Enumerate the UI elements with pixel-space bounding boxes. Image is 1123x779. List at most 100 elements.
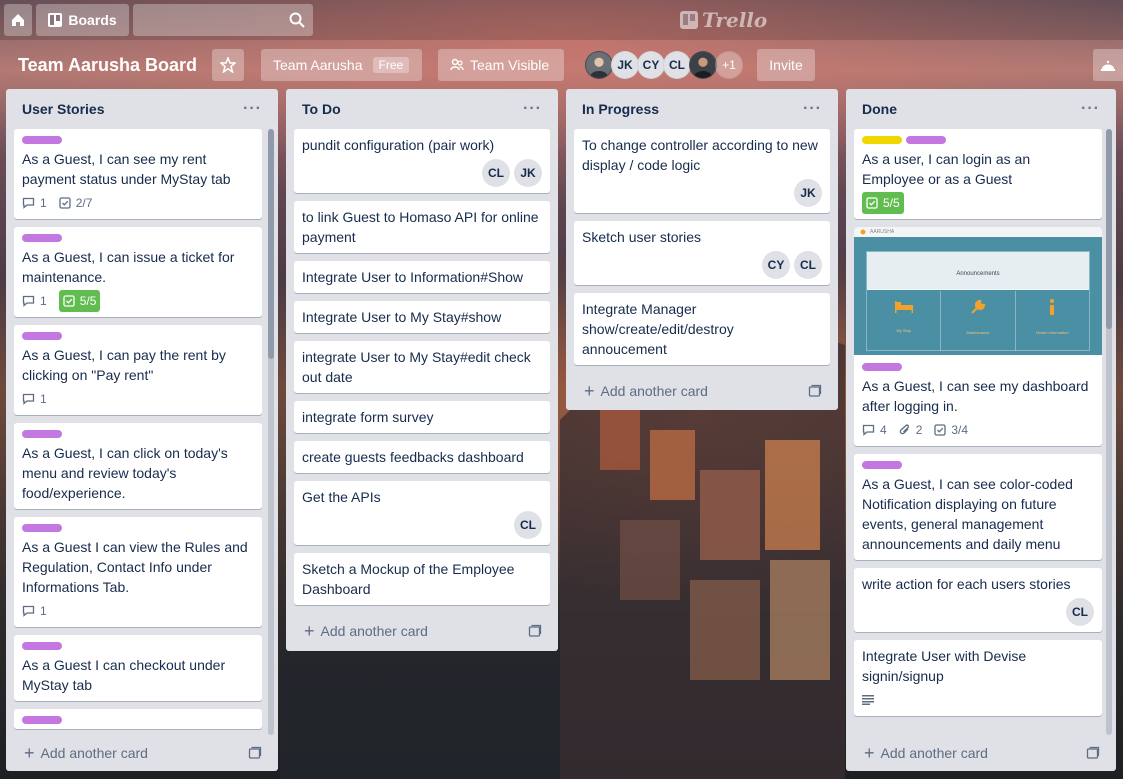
scrollbar-thumb[interactable]: [268, 129, 274, 359]
card[interactable]: integrate User to My Stay#edit check out…: [294, 341, 550, 393]
attachments-count: 2: [915, 423, 923, 437]
cover-brand: AARUSHA: [870, 229, 895, 235]
boards-icon: [48, 13, 63, 27]
card-label[interactable]: [22, 642, 62, 650]
member-avatar-cy[interactable]: CY: [637, 51, 665, 79]
member-avatar-photo[interactable]: [585, 51, 613, 79]
card-template-icon[interactable]: [528, 624, 542, 638]
card-container: To change controller according to new di…: [566, 129, 838, 365]
card-partial[interactable]: [14, 709, 262, 729]
card[interactable]: Integrate User to Information#Show: [294, 261, 550, 293]
search-box[interactable]: [133, 4, 313, 36]
card-member-avatar[interactable]: CL: [1066, 598, 1094, 626]
list-scrollbar[interactable]: [268, 129, 274, 735]
plus-icon: +: [584, 381, 595, 401]
card-label[interactable]: [906, 136, 946, 144]
list-menu-icon[interactable]: ···: [523, 101, 542, 117]
card-label[interactable]: [22, 430, 62, 438]
card-title: As a Guest, I can see color-coded Notifi…: [862, 476, 1073, 552]
card[interactable]: As a Guest, I can see color-coded Notifi…: [854, 454, 1102, 560]
card-member-avatar[interactable]: CY: [762, 251, 790, 279]
scrollbar-thumb[interactable]: [1106, 129, 1112, 329]
list-header[interactable]: Done ···: [846, 89, 1116, 129]
card[interactable]: Sketch a Mockup of the Employee Dashboar…: [294, 553, 550, 605]
board-menu-button[interactable]: [1093, 49, 1123, 81]
list-title[interactable]: Done: [862, 101, 897, 117]
board-title[interactable]: Team Aarusha Board: [18, 53, 197, 77]
card-title: Sketch a Mockup of the Employee Dashboar…: [302, 561, 515, 597]
list-header[interactable]: In Progress ···: [566, 89, 838, 129]
card[interactable]: As a user, I can login as an Employee or…: [854, 129, 1102, 219]
more-members-button[interactable]: +1: [715, 51, 743, 79]
card-label[interactable]: [862, 363, 902, 371]
card-label[interactable]: [862, 136, 902, 144]
list-title[interactable]: User Stories: [22, 101, 104, 117]
card-member-avatar[interactable]: JK: [794, 179, 822, 207]
card[interactable]: Integrate User with Devise signin/signup: [854, 640, 1102, 716]
card-member-avatar[interactable]: JK: [514, 159, 542, 187]
card-template-icon[interactable]: [248, 746, 262, 760]
comments-count: 4: [880, 423, 887, 437]
card[interactable]: As a Guest, I can pay the rent by clicki…: [14, 325, 262, 415]
list-title[interactable]: In Progress: [582, 101, 659, 117]
star-board-button[interactable]: [212, 49, 244, 81]
card-label[interactable]: [22, 332, 62, 340]
card[interactable]: create guests feedbacks dashboard: [294, 441, 550, 473]
card[interactable]: Sketch user stories CY CL: [574, 221, 830, 285]
card[interactable]: Integrate User to My Stay#show: [294, 301, 550, 333]
card[interactable]: to link Guest to Homaso API for online p…: [294, 201, 550, 253]
add-card-button[interactable]: + Add another card: [286, 613, 558, 649]
card-label[interactable]: [862, 461, 902, 469]
card[interactable]: Get the APIs CL: [294, 481, 550, 545]
add-card-button[interactable]: + Add another card: [6, 735, 278, 771]
search-input[interactable]: [133, 4, 313, 36]
add-card-button[interactable]: + Add another card: [566, 373, 838, 409]
card[interactable]: write action for each users stories CL: [854, 568, 1102, 632]
boards-button[interactable]: Boards: [36, 4, 129, 36]
card[interactable]: As a Guest, I can click on today's menu …: [14, 423, 262, 509]
trello-logo[interactable]: Trello: [680, 8, 767, 32]
cover-tile-label: Maintenance: [966, 330, 990, 335]
list-header[interactable]: To Do ···: [286, 89, 558, 129]
checklist-badge: 2/7: [59, 193, 92, 213]
card[interactable]: As a Guest I can view the Rules and Regu…: [14, 517, 262, 627]
add-card-label: Add another card: [600, 383, 708, 399]
card[interactable]: Integrate Manager show/create/edit/destr…: [574, 293, 830, 365]
card[interactable]: As a Guest, I can issue a ticket for mai…: [14, 227, 262, 317]
card-template-icon[interactable]: [808, 384, 822, 398]
member-avatar-cl[interactable]: CL: [663, 51, 691, 79]
add-card-label: Add another card: [40, 745, 148, 761]
list-menu-icon[interactable]: ···: [803, 101, 822, 117]
list-scrollbar[interactable]: [1106, 129, 1112, 735]
card-member-avatar[interactable]: CL: [794, 251, 822, 279]
card[interactable]: integrate form survey: [294, 401, 550, 433]
card-member-avatar[interactable]: CL: [514, 511, 542, 539]
comments-count: 1: [40, 604, 47, 618]
member-avatar-jk[interactable]: JK: [611, 51, 639, 79]
card-label[interactable]: [22, 524, 62, 532]
card[interactable]: As a Guest I can checkout under MyStay t…: [14, 635, 262, 701]
home-button[interactable]: [4, 4, 32, 36]
card-label[interactable]: [22, 136, 62, 144]
card-title: integrate User to My Stay#edit check out…: [302, 349, 531, 385]
card-label[interactable]: [22, 234, 62, 242]
card-title: To change controller according to new di…: [582, 137, 818, 173]
card[interactable]: To change controller according to new di…: [574, 129, 830, 213]
invite-button[interactable]: Invite: [757, 49, 815, 81]
card[interactable]: As a Guest, I can see my rent payment st…: [14, 129, 262, 219]
list-menu-icon[interactable]: ···: [243, 101, 262, 117]
list-menu-icon[interactable]: ···: [1081, 101, 1100, 117]
checklist-count: 3/4: [951, 423, 969, 437]
list-title[interactable]: To Do: [302, 101, 341, 117]
card[interactable]: pundit configuration (pair work) CL JK: [294, 129, 550, 193]
add-card-button[interactable]: + Add another card: [846, 735, 1116, 771]
member-avatar-photo-2[interactable]: [689, 51, 717, 79]
card[interactable]: AARUSHA Announcements My Stay Maintenanc…: [854, 227, 1102, 446]
visibility-button[interactable]: Team Visible: [438, 49, 564, 81]
list-header[interactable]: User Stories ···: [6, 89, 278, 129]
plus-icon: +: [304, 621, 315, 641]
card-template-icon[interactable]: [1086, 746, 1100, 760]
card-label[interactable]: [22, 716, 62, 724]
card-member-avatar[interactable]: CL: [482, 159, 510, 187]
team-button[interactable]: Team Aarusha Free: [261, 49, 422, 81]
